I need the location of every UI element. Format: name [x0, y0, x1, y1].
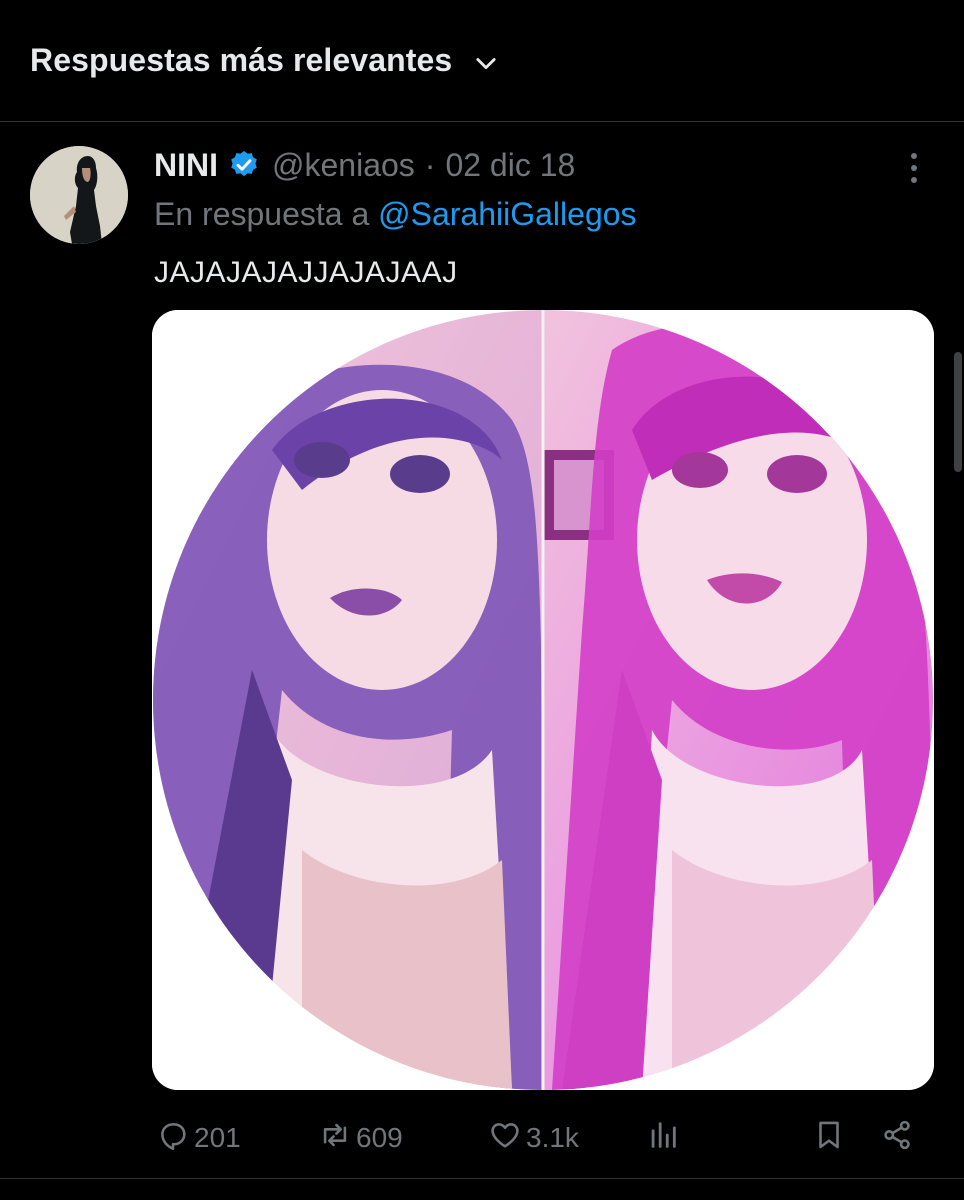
avatar[interactable]: [30, 146, 128, 244]
reply-context: En respuesta a @SarahiiGallegos: [154, 196, 637, 233]
verified-icon: [228, 149, 260, 181]
share-button[interactable]: [880, 1112, 914, 1164]
bookmark-button[interactable]: [812, 1112, 846, 1164]
views-icon: [646, 1118, 680, 1159]
retweet-button[interactable]: 609: [318, 1112, 403, 1164]
like-count: 3.1k: [526, 1122, 579, 1153]
reply-tweet[interactable]: NINI @keniaos · 02 dic 18 En respuesta a…: [0, 122, 964, 1178]
display-name[interactable]: NINI: [154, 147, 218, 184]
reply-icon: [156, 1118, 190, 1159]
separator-dot: ·: [424, 146, 436, 183]
like-icon: [488, 1118, 522, 1159]
more-icon[interactable]: [898, 148, 930, 188]
retweet-icon: [318, 1118, 352, 1159]
tweet-media-image[interactable]: [152, 310, 934, 1090]
replies-sort-selector[interactable]: Respuestas más relevantes: [0, 0, 964, 122]
tweet-action-bar: 201 609 3.1k: [0, 1112, 964, 1164]
user-handle[interactable]: @keniaos: [272, 147, 415, 184]
tweet-text: JAJAJAJAJJAJAJAAJ: [154, 256, 458, 289]
reply-count: 201: [194, 1122, 241, 1153]
tweet-header: NINI @keniaos · 02 dic 18: [154, 142, 575, 188]
reply-prefix: En respuesta a: [154, 196, 379, 232]
chevron-down-icon: [472, 49, 500, 77]
scrollbar-thumb[interactable]: [954, 352, 962, 472]
sort-label: Respuestas más relevantes: [30, 42, 453, 78]
reply-mention-link[interactable]: @SarahiiGallegos: [378, 196, 636, 232]
reply-button[interactable]: 201: [156, 1112, 241, 1164]
retweet-count: 609: [356, 1122, 403, 1153]
share-icon: [880, 1118, 914, 1159]
bookmark-icon: [812, 1118, 846, 1159]
divider: [0, 1178, 964, 1179]
tweet-date[interactable]: 02 dic 18: [445, 147, 575, 184]
reply-thread-page: Respuestas más relevantes NINI @keniaos: [0, 0, 964, 1200]
views-button[interactable]: [646, 1112, 680, 1164]
like-button[interactable]: 3.1k: [488, 1112, 579, 1164]
